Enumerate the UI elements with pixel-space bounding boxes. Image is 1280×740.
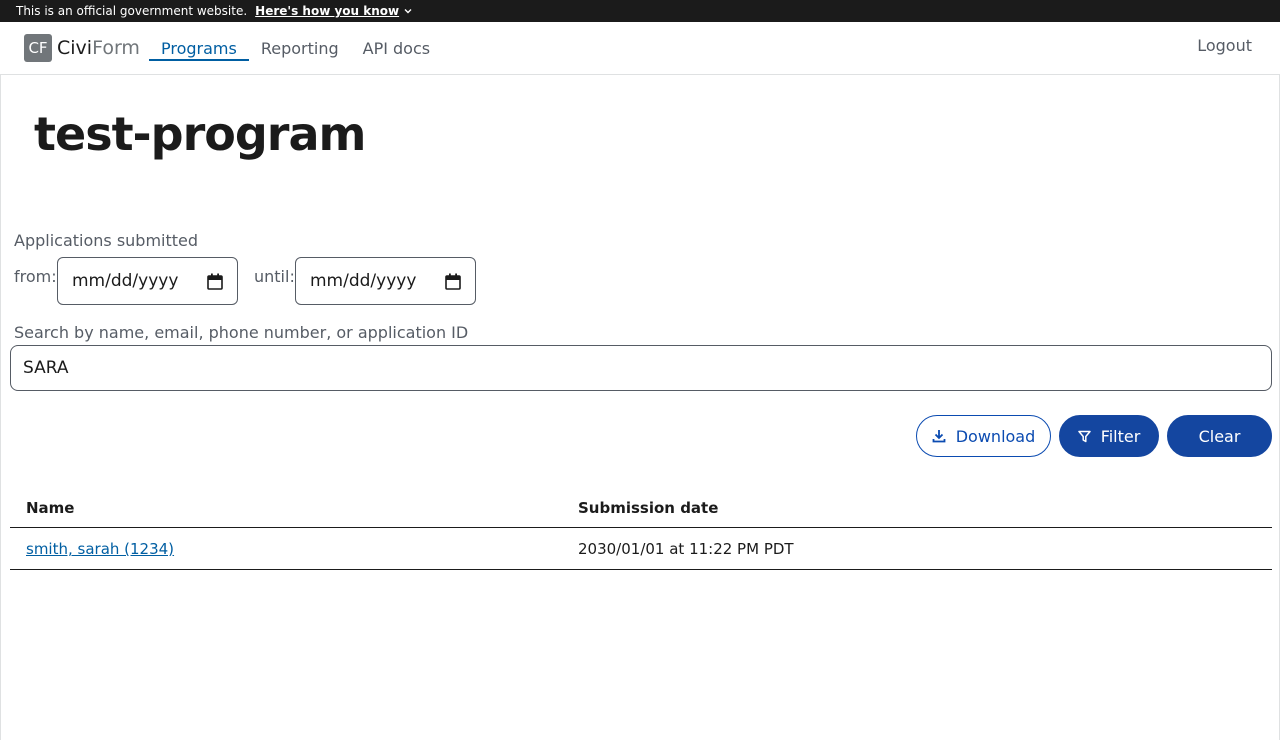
from-date-placeholder: mm/dd/yyyy [72,271,179,291]
page-title: test-program [34,107,366,161]
filter-button[interactable]: Filter [1059,415,1159,457]
logout-link[interactable]: Logout [1197,36,1252,55]
search-input-value: SARA [23,358,69,378]
search-label: Search by name, email, phone number, or … [14,323,469,342]
until-label: until: [254,267,295,286]
download-button[interactable]: Download [916,415,1051,457]
search-input[interactable]: SARA [10,345,1272,391]
filter-label: Filter [1100,426,1141,446]
chevron-down-icon [404,9,412,14]
nav-programs[interactable]: Programs [149,22,249,75]
calendar-icon[interactable] [207,273,223,290]
main-content: test-program Applications submitted from… [0,75,1280,740]
gov-banner-text: This is an official government website. [16,4,248,18]
how-you-know-link[interactable]: Here's how you know [255,4,413,18]
clear-button[interactable]: Clear [1167,415,1272,457]
calendar-icon[interactable] [445,273,461,290]
applicant-link[interactable]: smith, sarah (1234) [26,540,174,558]
how-you-know-label: Here's how you know [255,4,400,18]
brand-form: Form [92,37,140,59]
brand-logo[interactable]: CF CiviForm [24,34,140,62]
nav-api-docs[interactable]: API docs [351,22,442,75]
brand-name: CiviForm [57,37,140,59]
from-date-input[interactable]: mm/dd/yyyy [57,257,238,305]
site-header: CF CiviForm Programs Reporting API docs … [0,22,1280,75]
submission-date-cell: 2030/01/01 at 11:22 PM PDT [578,540,794,558]
main-nav: Programs Reporting API docs [149,22,442,75]
brand-civi: Civi [57,37,93,59]
gov-banner: This is an official government website. … [0,0,1280,22]
applications-table: Name Submission date smith, sarah (1234)… [10,495,1272,570]
clear-label: Clear [1198,426,1241,446]
table-header: Name Submission date [10,495,1272,528]
from-label: from: [14,267,57,286]
applicant-name-cell: smith, sarah (1234) [26,540,174,558]
logo-badge: CF [24,34,52,62]
download-icon [932,430,946,443]
applications-submitted-label: Applications submitted [14,231,199,250]
until-date-placeholder: mm/dd/yyyy [310,271,417,291]
column-name: Name [26,499,75,517]
table-row: smith, sarah (1234) 2030/01/01 at 11:22 … [10,528,1272,570]
filter-icon [1077,430,1091,442]
column-submission-date: Submission date [578,499,719,517]
until-date-input[interactable]: mm/dd/yyyy [295,257,476,305]
download-label: Download [955,426,1036,446]
nav-reporting[interactable]: Reporting [249,22,351,75]
